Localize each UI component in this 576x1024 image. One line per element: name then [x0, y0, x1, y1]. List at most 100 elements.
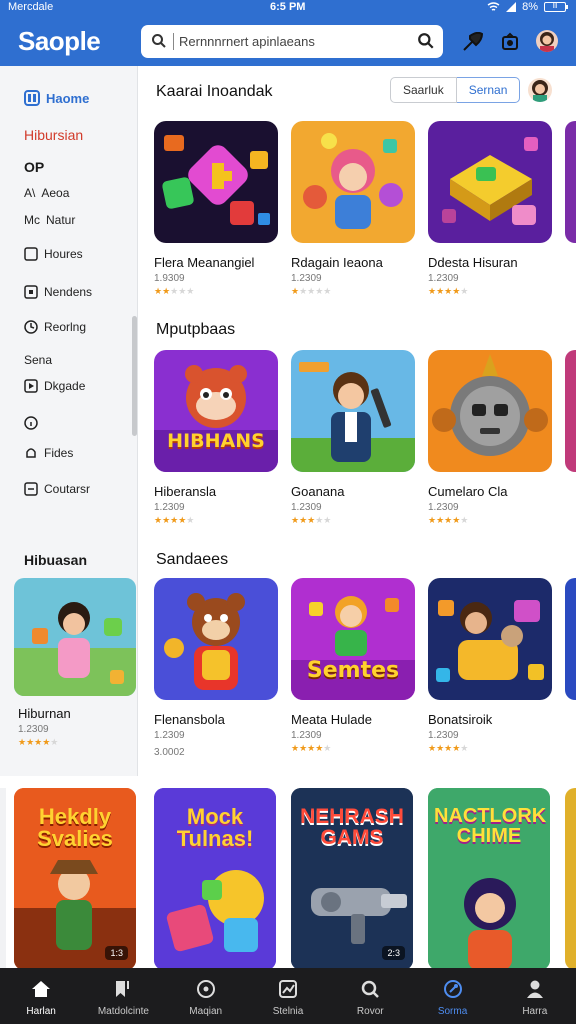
sidebar-item-3[interactable]: Houres [24, 247, 83, 261]
sidebar-item-label: Nendens [44, 285, 93, 299]
nav-item-library[interactable]: Matdolcinte [82, 968, 164, 1024]
game-art-text: HIBHANS [167, 430, 265, 452]
poster-card-peek[interactable] [565, 788, 576, 970]
clock-icon [24, 320, 38, 334]
nav-item-active[interactable]: Sorma [411, 968, 493, 1024]
section-title-3: Sandaees [156, 551, 229, 568]
bookmark-icon [116, 981, 130, 997]
tab-search[interactable]: Saarluk [390, 77, 457, 103]
brand-logo[interactable]: Saople [18, 26, 101, 57]
game-thumbnail [291, 121, 415, 243]
user-avatar[interactable] [536, 30, 558, 52]
sidebar-item-6[interactable]: Dkgade [24, 379, 85, 393]
sidebar-item-4[interactable]: Nendens [24, 285, 92, 299]
bottom-nav: Harlan Matdolcinte Maqian Stelnia Rovor … [0, 968, 576, 1024]
game-card[interactable]: Bonatsiroik 1.2309 ★★★★★ [428, 578, 552, 754]
game-card[interactable]: Goanana 1.2309 ★★★★★ [291, 350, 415, 526]
chart-icon [278, 980, 297, 998]
game-title: Rdagain Ieaona [291, 255, 383, 270]
sidebar-item-7[interactable] [24, 416, 38, 430]
poster-title: Mock Tulnas! [176, 804, 254, 851]
game-card-peek[interactable] [565, 350, 576, 472]
sidebar-item-1[interactable]: A\ Aeoa [24, 186, 69, 200]
sidebar-feature-thumb[interactable] [14, 578, 136, 696]
game-title: Hiberansla [154, 484, 217, 499]
sidebar-item-5[interactable]: Reorlng [24, 320, 86, 334]
nav-item-explore[interactable]: Maqian [165, 968, 247, 1024]
poster-card[interactable]: NACTLORK CHIME [428, 788, 550, 970]
tab-sernan[interactable]: Sernan [456, 77, 521, 103]
sidebar-item-label: Aeoa [41, 186, 70, 200]
status-bar: Mercdale 6:5 PM 8% lll [0, 0, 576, 16]
sidebar-feature-info: Hiburnan 1.2309 ★★★★★ [18, 706, 71, 748]
game-card[interactable]: Ddesta Hisuran 1.2309 ★★★★★ [428, 121, 552, 297]
game-sub: 1.2309 [291, 273, 322, 284]
sidebar-item-label: Dkgade [44, 379, 86, 393]
game-rating: ★★★★★ [154, 286, 195, 296]
game-card[interactable]: Cumelaro Cla 1.2309 ★★★★★ [428, 350, 552, 526]
sidebar-scrollbar[interactable] [132, 316, 137, 436]
poster-title: NACTLORK CHIME [434, 805, 547, 847]
search-input[interactable]: Rernnnrnert apinlaeans [179, 34, 315, 49]
nav-label: Harra [522, 1006, 548, 1017]
left-edge-divider [0, 788, 6, 970]
sidebar-item-featured[interactable]: Hibursian [24, 127, 83, 143]
game-card[interactable]: Flenansbola 1.2309 3.0002 [154, 578, 278, 758]
poster-card[interactable]: Hekdly Svalies 1:3 [14, 788, 136, 970]
section-avatar[interactable] [528, 78, 552, 102]
nav-label: Matdolcinte [97, 1006, 149, 1017]
nav-label: Maqian [189, 1006, 223, 1017]
game-card[interactable]: HIBHANS Hiberansla 1.2309 ★★★★★ [154, 350, 278, 526]
game-card[interactable]: Flera Meanangiel 1.9309 ★★★★★ [154, 121, 278, 297]
poster-badge: 2:3 [382, 946, 405, 960]
game-card-peek[interactable] [565, 578, 576, 700]
game-rating: ★★★★★ [154, 515, 195, 525]
game-thumbnail [428, 121, 552, 243]
game-title: Cumelaro Cla [428, 484, 508, 499]
sidebar-item-2[interactable]: Mc Natur [24, 213, 75, 227]
nav-item-profile[interactable]: Harra [494, 968, 576, 1024]
nav-item-home[interactable]: Harlan [0, 968, 82, 1024]
sidebar-item-label: Houres [44, 247, 83, 261]
search-submit-icon[interactable] [417, 32, 435, 50]
section-title-1: Kaarai Inoandak [156, 83, 273, 100]
search-icon [362, 980, 380, 998]
top-bar: Mercdale 6:5 PM 8% lll Saople Rernnnrner… [0, 0, 576, 66]
game-thumbnail [154, 121, 278, 243]
search-bar[interactable]: Rernnnrnert apinlaeans [141, 25, 443, 58]
poster-card[interactable]: NEHRASH GAMS 2:3 [291, 788, 413, 970]
battery-percent: 8% [522, 1, 538, 13]
notifications-icon[interactable] [500, 32, 520, 52]
sidebar-item-label: Reorlng [44, 320, 87, 334]
battery-icon: lll [544, 2, 568, 12]
nav-label: Rovor [356, 1006, 384, 1017]
rocket-icon[interactable] [462, 32, 484, 52]
sidebar-item-label: Haome [46, 90, 90, 106]
game-card[interactable]: Rdagain Ieaona 1.2309 ★★★★★ [291, 121, 415, 297]
sidebar-item-home[interactable]: Haome [24, 90, 89, 106]
nav-item-stats[interactable]: Stelnia [247, 968, 329, 1024]
sidebar-item-label: Fides [44, 446, 74, 460]
game-card-peek[interactable] [565, 121, 576, 243]
sidebar-item-8[interactable]: Fides [24, 446, 73, 460]
status-icons: 8% lll [487, 1, 568, 13]
app-root: Mercdale 6:5 PM 8% lll Saople Rernnnrner… [0, 0, 576, 1024]
square-icon [24, 482, 38, 496]
sidebar: Haome Hibursian OP A\ Aeoa Mc Natur Hour… [0, 66, 138, 776]
poster-card[interactable]: Mock Tulnas! [154, 788, 276, 970]
box-icon [24, 285, 38, 299]
nav-label: Sorma [437, 1006, 468, 1017]
game-card[interactable]: Semtes Meata Hulade 1.2309 ★★★★★ [291, 578, 415, 754]
sidebar-item-9[interactable]: Coutarsr [24, 482, 90, 496]
poster-title: Hekdly Svalies [37, 804, 113, 851]
game-thumbnail [428, 350, 552, 472]
compass-icon [196, 980, 215, 998]
game-sub: 1.2309 [291, 502, 322, 513]
battery-badge: lll [552, 3, 558, 10]
poster-title: NEHRASH GAMS [300, 805, 404, 849]
nav-label: Harlan [26, 1006, 56, 1017]
nav-item-search[interactable]: Rovor [329, 968, 411, 1024]
home-icon [32, 981, 51, 997]
game-sub: 1.2309 [291, 730, 322, 741]
game-title: Flenansbola [154, 712, 225, 727]
